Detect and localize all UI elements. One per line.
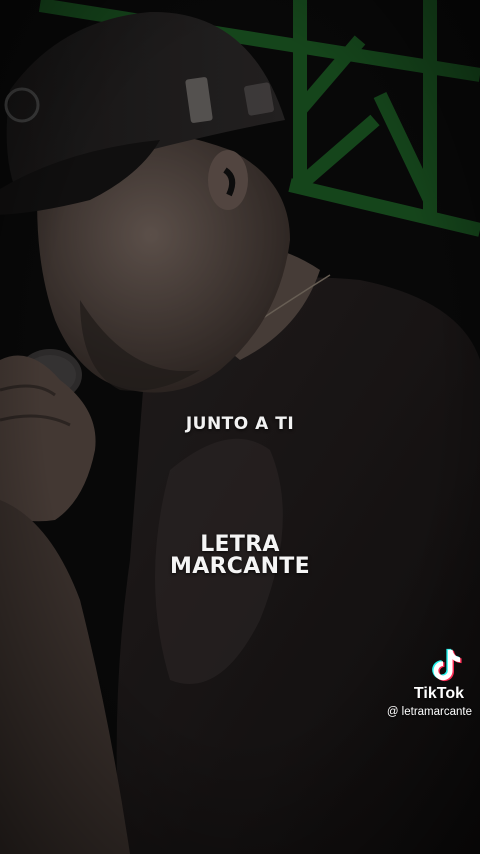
lyric-text: JUNTO A TI bbox=[185, 414, 295, 434]
channel-title-line1: LETRA bbox=[200, 532, 280, 557]
creator-handle: @ letramarcante bbox=[386, 706, 472, 718]
channel-title-line2: MARCANTE bbox=[170, 554, 310, 579]
channel-title: LETRA MARCANTE bbox=[0, 534, 480, 578]
tiktok-icon bbox=[432, 648, 462, 682]
tiktok-watermark: TikTok @ letramarcante bbox=[362, 646, 472, 718]
tiktok-label: TikTok bbox=[413, 685, 464, 702]
